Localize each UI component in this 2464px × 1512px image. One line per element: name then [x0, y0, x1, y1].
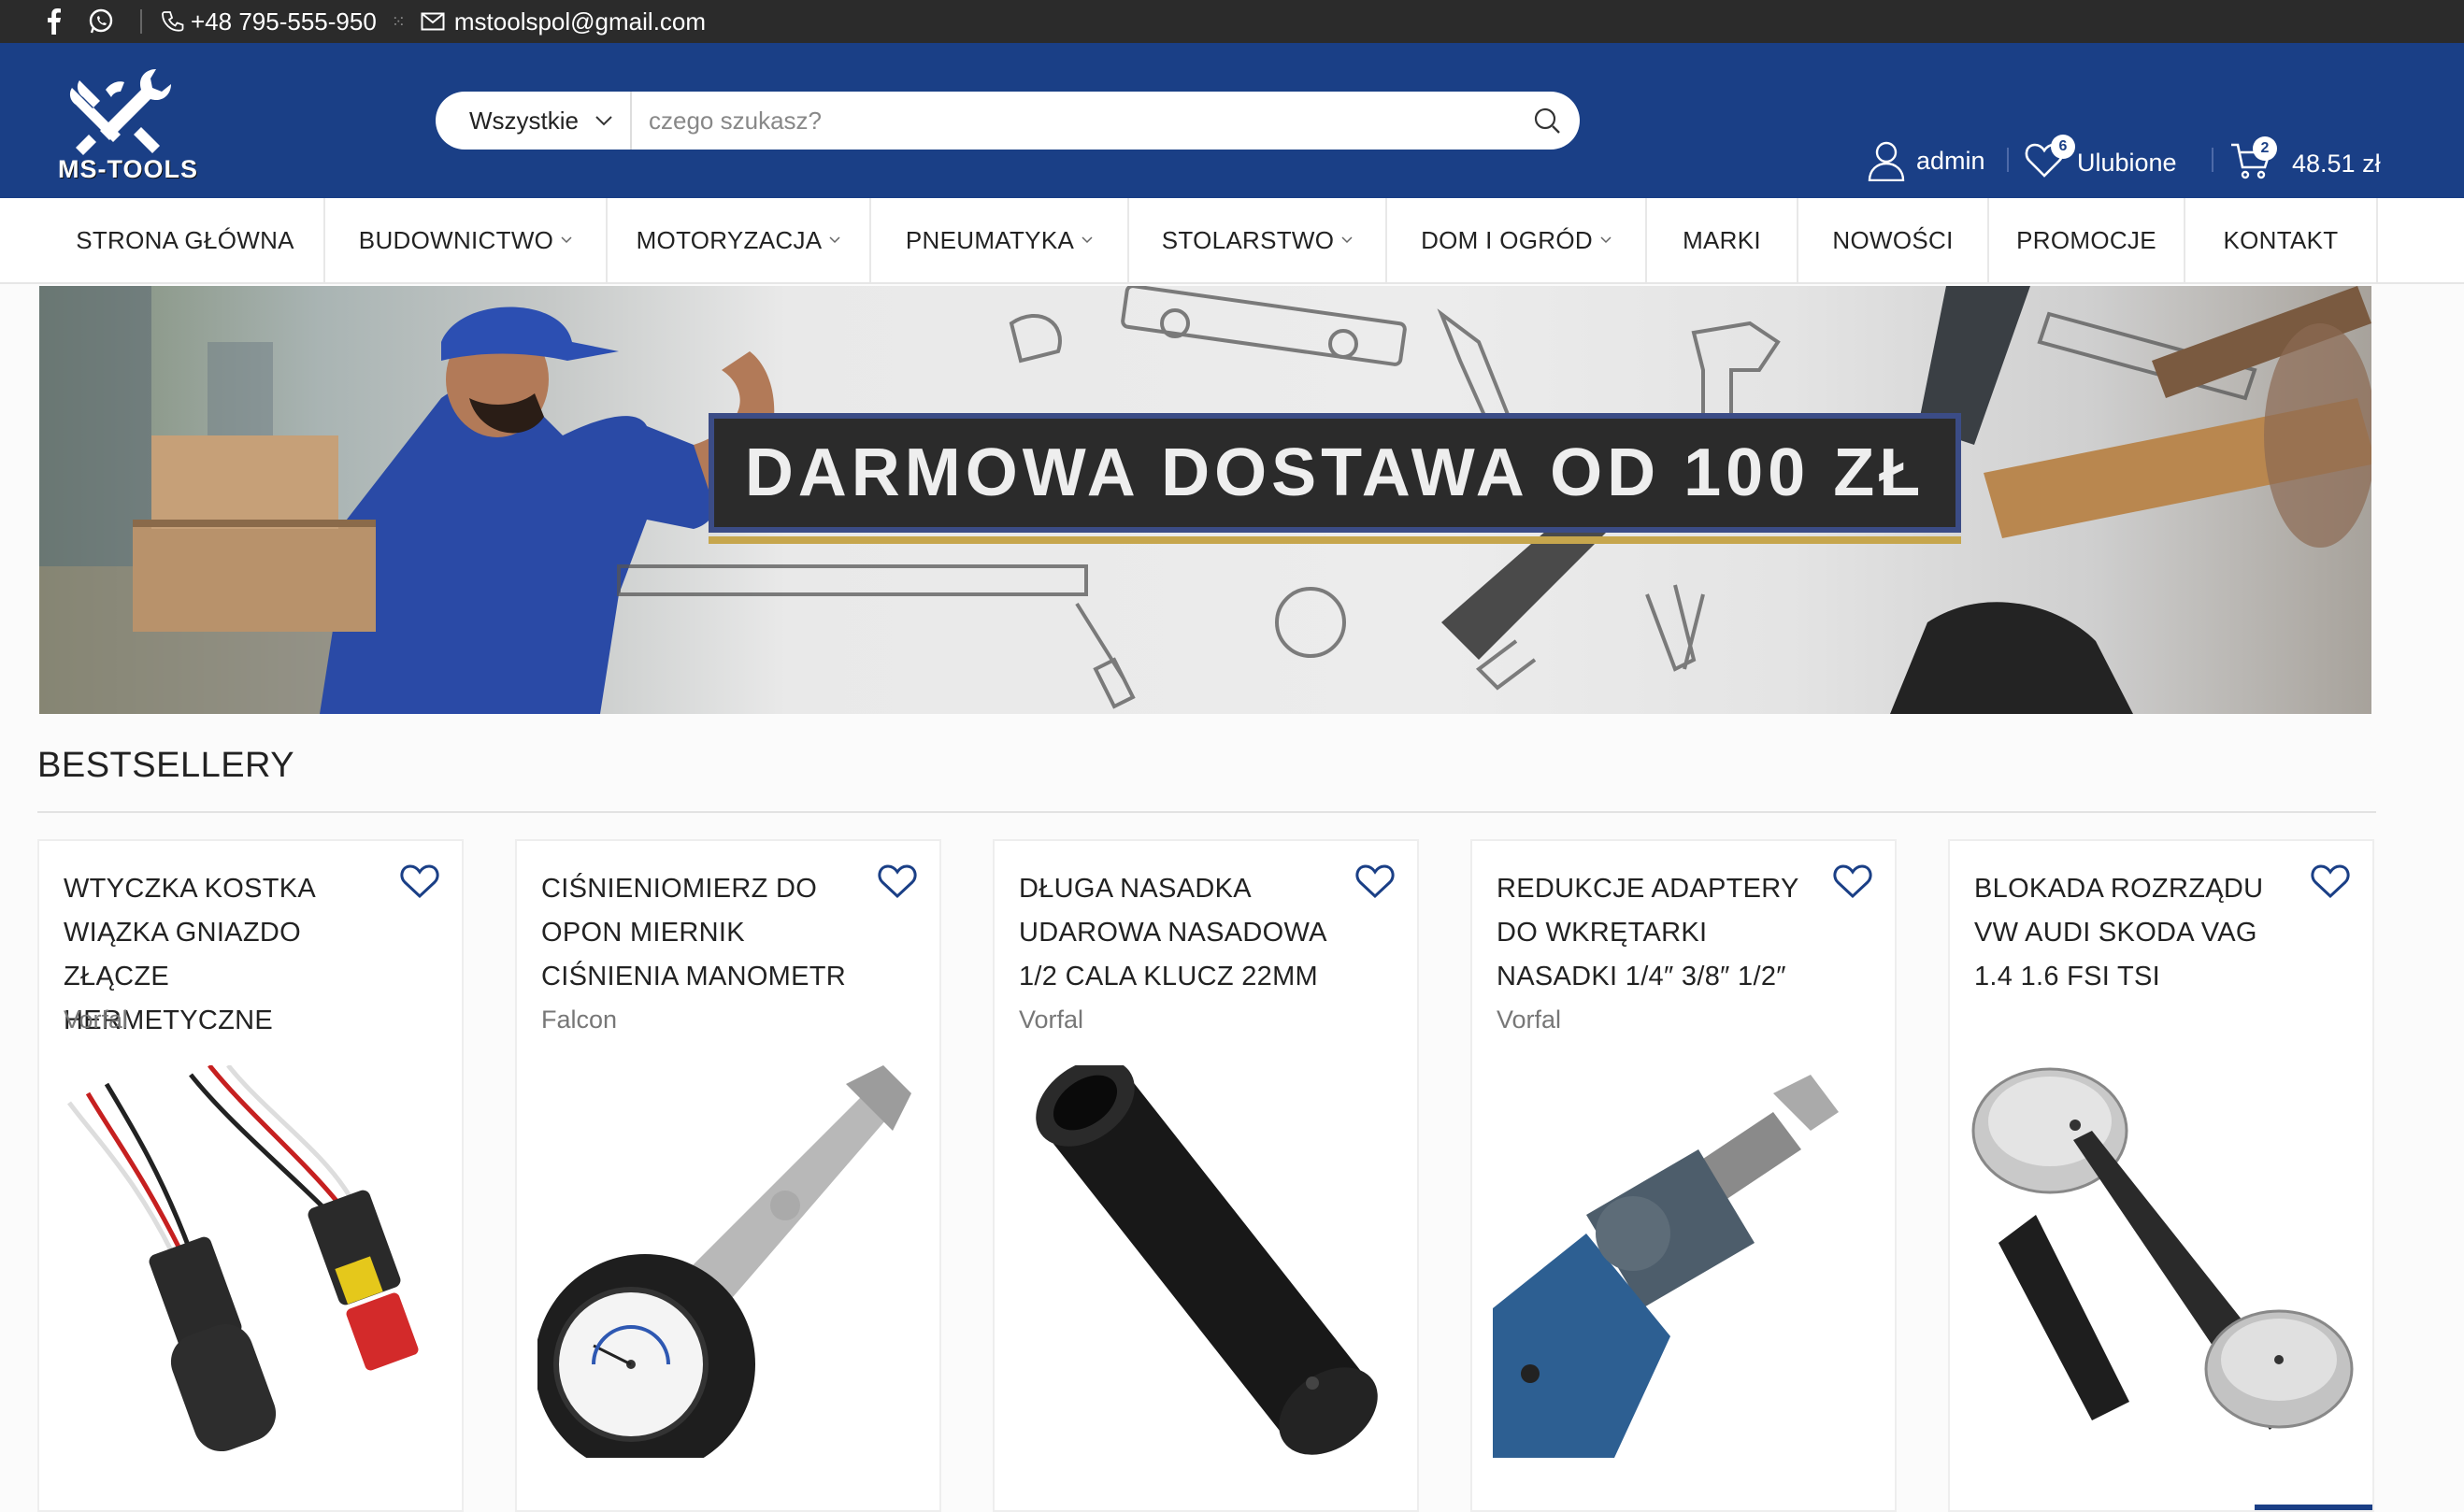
product-brand: Vorfal: [1019, 1006, 1084, 1034]
cart-link[interactable]: 2 48.51 zł: [2230, 136, 2381, 186]
product-image[interactable]: [60, 1065, 443, 1458]
nav-item-strona-glowna[interactable]: STRONA GŁÓWNA: [47, 198, 325, 282]
phone-number[interactable]: +48 795-555-950: [191, 7, 377, 36]
nav-item-motoryzacja[interactable]: MOTORYZACJA: [608, 198, 871, 282]
product-brand: Vorfal: [1497, 1006, 1562, 1034]
banner-title-box: DARMOWA DOSTAWA OD 100 ZŁ: [709, 413, 1961, 533]
nav-item-label: KONTAKT: [2223, 225, 2339, 254]
heart-icon: [1355, 864, 1395, 899]
add-to-wishlist-button[interactable]: [400, 863, 439, 904]
nav-item-nowosci[interactable]: NOWOŚCI: [1798, 198, 1989, 282]
site-header: MS-TOOLS Wszystkie admin 6 Ulubione 2 48…: [0, 43, 2464, 198]
card-accent-bar: [2255, 1505, 2372, 1510]
banner-title-underline: [709, 536, 1961, 544]
chevron-down-icon: [829, 236, 840, 244]
product-title[interactable]: REDUKCJE ADAPTERY DO WKRĘTARKI NASADKI 1…: [1497, 867, 1814, 999]
section-title: BESTSELLERY: [37, 746, 295, 785]
account-label: admin: [1916, 146, 1985, 175]
search-icon: [1534, 107, 1560, 134]
heart-icon: [1833, 864, 1872, 899]
nav-item-kontakt[interactable]: KONTAKT: [2185, 198, 2378, 282]
whatsapp-icon[interactable]: [88, 8, 114, 35]
nav-item-label: STOLARSTWO: [1161, 225, 1335, 254]
search-button[interactable]: [1514, 92, 1580, 150]
wishlist-count-badge: 6: [2051, 135, 2075, 159]
nav-item-label: NOWOŚCI: [1832, 225, 1954, 254]
top-bar: +48 795-555-950 ⁙ mstoolspol@gmail.com: [0, 0, 2464, 43]
heart-icon: [2311, 864, 2350, 899]
product-card[interactable]: BLOKADA ROZRZĄDU VW AUDI SKODA VAG 1.4 1…: [1948, 839, 2374, 1512]
cart-count-badge: 2: [2253, 136, 2277, 161]
account-link[interactable]: admin: [1868, 140, 1985, 181]
divider: [2007, 148, 2009, 172]
facebook-icon[interactable]: [47, 8, 62, 35]
nav-item-dom-i-ogrod[interactable]: DOM I OGRÓD: [1387, 198, 1647, 282]
nav-item-label: DOM I OGRÓD: [1421, 225, 1593, 254]
add-to-wishlist-button[interactable]: [1833, 863, 1872, 904]
phone-icon: [162, 11, 184, 32]
add-to-wishlist-button[interactable]: [878, 863, 917, 904]
add-to-wishlist-button[interactable]: [2311, 863, 2350, 904]
heart-icon: [400, 864, 439, 899]
product-card[interactable]: WTYCZKA KOSTKA WIĄZKA GNIAZDO ZŁĄCZE HER…: [37, 839, 464, 1512]
product-image[interactable]: [1970, 1065, 2354, 1458]
add-to-wishlist-button[interactable]: [1355, 863, 1395, 904]
product-title[interactable]: BLOKADA ROZRZĄDU VW AUDI SKODA VAG 1.4 1…: [1974, 867, 2292, 999]
chevron-down-icon: [561, 236, 572, 244]
divider: [2212, 148, 2213, 172]
search-category-select[interactable]: Wszystkie: [436, 92, 632, 150]
main-navigation: STRONA GŁÓWNA BUDOWNICTWO MOTORYZACJA PN…: [0, 198, 2464, 284]
email-link[interactable]: mstoolspol@gmail.com: [421, 7, 706, 36]
product-card[interactable]: CIŚNIENIOMIERZ DO OPON MIERNIK CIŚNIENIA…: [515, 839, 941, 1512]
nav-item-marki[interactable]: MARKI: [1647, 198, 1798, 282]
product-image[interactable]: [1493, 1065, 1876, 1458]
email-address[interactable]: mstoolspol@gmail.com: [454, 7, 706, 36]
product-card[interactable]: DŁUGA NASADKA UDAROWA NASADOWA 1/2 CALA …: [993, 839, 1419, 1512]
nav-item-stolarstwo[interactable]: STOLARSTWO: [1129, 198, 1387, 282]
wishlist-link[interactable]: 6 Ulubione: [2025, 135, 2177, 184]
nav-item-budownictwo[interactable]: BUDOWNICTWO: [325, 198, 608, 282]
mail-icon: [421, 12, 445, 31]
user-icon: [1868, 141, 1905, 181]
nav-item-label: BUDOWNICTWO: [358, 225, 554, 254]
divider: [140, 9, 142, 34]
nav-item-promocje[interactable]: PROMOCJE: [1989, 198, 2185, 282]
heart-icon: [878, 864, 917, 899]
phone-link[interactable]: +48 795-555-950: [161, 7, 377, 36]
chevron-down-icon: [595, 116, 612, 126]
chevron-down-icon: [1341, 236, 1353, 244]
section-divider: [37, 811, 2376, 813]
separator-dot: ⁙: [391, 11, 406, 31]
product-brand: Vorfal: [64, 1006, 129, 1034]
nav-item-label: PNEUMATYKA: [905, 225, 1075, 254]
product-brand: Falcon: [541, 1006, 618, 1034]
nav-item-label: MARKI: [1683, 225, 1761, 254]
search-input[interactable]: [632, 106, 1514, 136]
nav-item-label: STRONA GŁÓWNA: [76, 225, 294, 254]
product-image[interactable]: [1015, 1065, 1398, 1458]
nav-item-label: PROMOCJE: [2016, 225, 2156, 254]
chevron-down-icon: [1600, 236, 1612, 244]
chevron-down-icon: [1082, 236, 1093, 244]
logo-text: MS-TOOLS: [57, 155, 198, 183]
banner-title: DARMOWA DOSTAWA OD 100 ZŁ: [744, 435, 1926, 510]
product-title[interactable]: DŁUGA NASADKA UDAROWA NASADOWA 1/2 CALA …: [1019, 867, 1337, 999]
cart-total: 48.51 zł: [2292, 150, 2381, 178]
product-image[interactable]: [537, 1065, 921, 1458]
nav-item-label: MOTORYZACJA: [636, 225, 823, 254]
product-card[interactable]: REDUKCJE ADAPTERY DO WKRĘTARKI NASADKI 1…: [1470, 839, 1897, 1512]
search-category-value: Wszystkie: [469, 106, 579, 135]
site-logo[interactable]: MS-TOOLS: [51, 62, 201, 183]
wishlist-label: Ulubione: [2077, 149, 2177, 177]
nav-item-pneumatyka[interactable]: PNEUMATYKA: [871, 198, 1129, 282]
product-title[interactable]: CIŚNIENIOMIERZ DO OPON MIERNIK CIŚNIENIA…: [541, 867, 859, 999]
search-bar: Wszystkie: [436, 92, 1580, 150]
promo-banner[interactable]: DARMOWA DOSTAWA OD 100 ZŁ: [39, 286, 2371, 714]
